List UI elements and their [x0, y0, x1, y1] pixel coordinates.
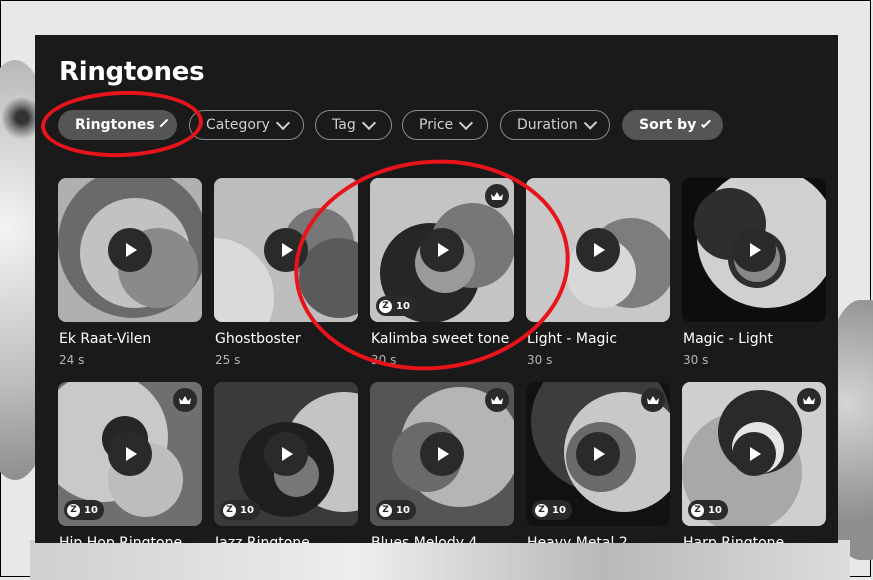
ringtone-card[interactable]: Magic - Light 30 s — [682, 178, 826, 367]
ringtone-name: Blues Melody 4 — [371, 535, 478, 543]
ringtone-artwork: Z 10 — [526, 382, 670, 526]
filter-tag[interactable]: Tag — [315, 110, 392, 140]
background-decoration — [30, 540, 850, 580]
price-value: 10 — [396, 300, 410, 312]
crown-icon — [485, 388, 509, 412]
price-badge: Z 10 — [376, 500, 416, 520]
play-icon — [594, 447, 605, 461]
filter-ringtones[interactable]: Ringtones — [58, 110, 177, 140]
ringtone-card[interactable]: Z 10 Blues Melody 4 — [370, 382, 514, 543]
play-icon — [126, 447, 137, 461]
ringtone-name: Harp Ringtone — [683, 535, 785, 543]
play-button[interactable] — [732, 228, 776, 272]
price-badge: Z 10 — [64, 500, 104, 520]
play-button[interactable] — [576, 432, 620, 476]
ringtone-artwork: Z 10 — [370, 178, 514, 322]
ringtone-name: Kalimba sweet tone — [371, 331, 510, 347]
ringtone-card[interactable]: Ghostboster 25 s — [214, 178, 358, 367]
ringtone-card[interactable]: Z 10 Kalimba sweet tone 30 s — [370, 178, 514, 367]
play-button[interactable] — [108, 228, 152, 272]
crown-icon — [797, 388, 821, 412]
z-coin-icon: Z — [691, 503, 704, 517]
chevron-down-icon — [459, 115, 474, 131]
play-icon — [438, 243, 449, 257]
ringtone-duration: 30 s — [371, 353, 397, 367]
ringtone-card[interactable]: Ek Raat-Vilen 24 s — [58, 178, 202, 367]
price-badge: Z 10 — [532, 500, 572, 520]
filter-label: Category — [206, 117, 270, 133]
play-button[interactable] — [420, 228, 464, 272]
play-button[interactable] — [264, 228, 308, 272]
ringtone-duration: 30 s — [683, 353, 709, 367]
chevron-down-icon — [583, 116, 598, 130]
chevron-down-icon — [361, 115, 376, 131]
play-button[interactable] — [264, 432, 308, 476]
filter-label: Price — [419, 117, 454, 133]
filter-label: Sort by — [639, 117, 697, 133]
page-title: Ringtones — [59, 57, 205, 87]
filter-price[interactable]: Price — [402, 110, 488, 140]
price-value: 10 — [84, 504, 98, 516]
ringtone-name: Ek Raat-Vilen — [59, 331, 152, 347]
ringtone-card[interactable]: Z 10 Hip Hop Ringtone — [58, 382, 202, 543]
ringtone-card[interactable]: Z 10 Harp Ringtone — [682, 382, 826, 543]
price-value: 10 — [396, 504, 410, 516]
ringtone-name: Ghostboster — [215, 331, 301, 347]
filter-label: Tag — [332, 117, 356, 133]
filter-duration[interactable]: Duration — [500, 110, 610, 140]
play-button[interactable] — [732, 432, 776, 476]
filter-label: Ringtones — [75, 117, 155, 133]
ringtone-name: Hip Hop Ringtone — [59, 535, 183, 543]
filter-label: Duration — [517, 117, 578, 133]
play-icon — [750, 243, 761, 257]
price-value: 10 — [708, 504, 722, 516]
crown-icon — [173, 388, 197, 412]
crown-icon — [641, 388, 665, 412]
play-icon — [594, 243, 605, 257]
ringtone-name: Jazz Ringtone — [215, 535, 310, 543]
play-button[interactable] — [420, 432, 464, 476]
price-badge: Z 10 — [220, 500, 260, 520]
ringtone-artwork — [682, 178, 826, 322]
play-icon — [282, 243, 293, 257]
ringtone-artwork: Z 10 — [214, 382, 358, 526]
ringtone-duration: 24 s — [59, 353, 85, 367]
ringtone-artwork: Z 10 — [58, 382, 202, 526]
ringtone-name: Magic - Light — [683, 331, 774, 347]
ringtone-card[interactable]: Light - Magic 30 s — [526, 178, 670, 367]
play-icon — [438, 447, 449, 461]
chevron-down-icon — [159, 118, 168, 128]
price-badge: Z 10 — [688, 500, 728, 520]
z-coin-icon: Z — [379, 299, 392, 313]
price-value: 10 — [240, 504, 254, 516]
ringtone-name: Heavy Metal 2 — [527, 535, 628, 543]
z-coin-icon: Z — [67, 503, 80, 517]
chevron-down-icon — [275, 115, 291, 131]
play-button[interactable] — [576, 228, 620, 272]
crown-icon — [485, 184, 509, 208]
ringtone-artwork: Z 10 — [682, 382, 826, 526]
ringtones-panel: Ringtones Ringtones Category Tag Price D… — [35, 35, 838, 543]
ringtone-artwork: Z 10 — [370, 382, 514, 526]
play-icon — [126, 243, 137, 257]
filter-category[interactable]: Category — [189, 110, 304, 140]
play-icon — [750, 447, 761, 461]
z-coin-icon: Z — [535, 503, 548, 517]
ringtone-duration: 30 s — [527, 353, 553, 367]
play-icon — [282, 447, 293, 461]
ringtone-name: Light - Magic — [527, 331, 618, 347]
ringtone-duration: 25 s — [215, 353, 241, 367]
price-value: 10 — [552, 504, 566, 516]
ringtone-artwork — [214, 178, 358, 322]
z-coin-icon: Z — [223, 503, 236, 517]
ringtone-card[interactable]: Z 10 Heavy Metal 2 — [526, 382, 670, 543]
ringtone-artwork — [526, 178, 670, 322]
ringtone-artwork — [58, 178, 202, 322]
chevron-down-icon — [701, 118, 711, 128]
ringtone-card[interactable]: Z 10 Jazz Ringtone — [214, 382, 358, 543]
z-coin-icon: Z — [379, 503, 392, 517]
play-button[interactable] — [108, 432, 152, 476]
price-badge: Z 10 — [376, 296, 416, 316]
sort-by-button[interactable]: Sort by — [622, 110, 723, 140]
